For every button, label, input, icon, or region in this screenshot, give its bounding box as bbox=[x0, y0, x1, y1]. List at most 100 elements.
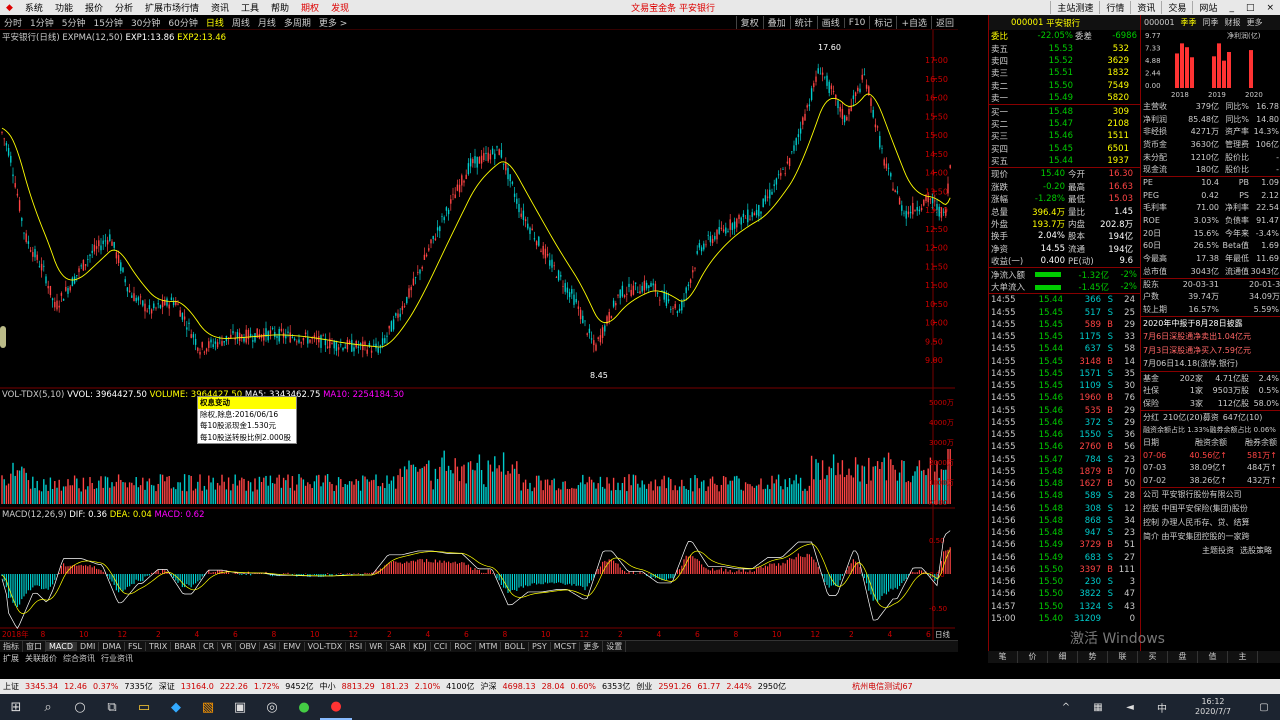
side-link[interactable]: 选股策略 bbox=[1237, 545, 1275, 556]
indicator-tab[interactable]: BRAR bbox=[171, 642, 201, 651]
indicator-tab[interactable]: 指标 bbox=[0, 641, 23, 652]
period-tab[interactable]: 多周期 bbox=[280, 16, 315, 29]
fin-tab[interactable]: 更多 bbox=[1244, 17, 1266, 28]
menu-item[interactable]: 期权 bbox=[295, 1, 325, 14]
sub-tab[interactable]: 扩展 bbox=[0, 653, 22, 664]
fin-tab[interactable]: 000001 bbox=[1141, 18, 1178, 27]
tdx-app-icon[interactable]: ● bbox=[320, 694, 352, 720]
quote-bottom-tab[interactable]: 细 bbox=[1048, 651, 1078, 663]
network-icon[interactable]: ▦ bbox=[1082, 694, 1114, 720]
indicator-tab[interactable]: 设置 bbox=[603, 641, 627, 652]
indicator-tab[interactable]: VR bbox=[218, 642, 237, 651]
app-icon[interactable]: ◎ bbox=[256, 694, 288, 720]
kline-chart-svg[interactable]: 17.0016.5016.0015.5015.0014.5014.0013.50… bbox=[0, 30, 958, 640]
fin-tab[interactable]: 同季 bbox=[1200, 17, 1222, 28]
period-tab[interactable]: 15分钟 bbox=[89, 16, 126, 29]
indicator-tab[interactable]: BOLL bbox=[501, 642, 529, 651]
window-control-icon[interactable]: _ bbox=[1223, 3, 1240, 13]
indicator-tab[interactable]: SAR bbox=[387, 642, 410, 651]
indicator-tab[interactable]: WR bbox=[366, 642, 387, 651]
menu-item[interactable]: 系统 bbox=[19, 1, 49, 14]
indicator-tab[interactable]: CR bbox=[200, 642, 219, 651]
quote-bottom-tab[interactable]: 价 bbox=[1018, 651, 1048, 663]
clock[interactable]: 16:12 2020/7/7 bbox=[1178, 697, 1248, 717]
sub-tab[interactable]: 行业资讯 bbox=[98, 653, 136, 664]
menu-item[interactable]: 功能 bbox=[49, 1, 79, 14]
period-tab[interactable]: 周线 bbox=[228, 16, 254, 29]
top-right-link[interactable]: 资讯 bbox=[1130, 1, 1161, 14]
indicator-tab[interactable]: FSL bbox=[125, 642, 146, 651]
menu-item[interactable]: 分析 bbox=[109, 1, 139, 14]
quote-bottom-tab[interactable]: 盘 bbox=[1168, 651, 1198, 663]
indicator-tab[interactable]: PSY bbox=[529, 642, 551, 651]
chart-tool-button[interactable]: 统计 bbox=[789, 16, 817, 29]
chart-tool-button[interactable]: +自选 bbox=[896, 16, 931, 29]
period-tab[interactable]: 更多 > bbox=[315, 16, 351, 29]
indicator-tab[interactable]: ASI bbox=[260, 642, 281, 651]
news-item[interactable]: 2020年中报于8月28日披露 bbox=[1141, 317, 1280, 331]
search-icon[interactable]: ⌕ bbox=[32, 694, 64, 720]
news-item[interactable]: 7月6日深股通净卖出1.04亿元 bbox=[1141, 330, 1280, 344]
indicator-tab[interactable]: TRIX bbox=[146, 642, 172, 651]
window-control-icon[interactable]: × bbox=[1260, 3, 1280, 13]
windows-start-icon[interactable]: ⊞ bbox=[0, 694, 32, 720]
news-item[interactable]: 7月06日14.18(涨停,银行) bbox=[1141, 357, 1280, 371]
chart-tool-button[interactable]: F10 bbox=[843, 17, 870, 28]
notification-icon[interactable]: ▢ bbox=[1248, 694, 1280, 720]
menu-item[interactable]: 资讯 bbox=[205, 1, 235, 14]
fin-tab[interactable]: 财报 bbox=[1222, 17, 1244, 28]
chart-area[interactable]: 17.00 16.50 16.00 15.50 15.00 14.50 14.00 13.50… bbox=[0, 30, 958, 640]
period-tab[interactable]: 30分钟 bbox=[127, 16, 164, 29]
indicator-tab[interactable]: KDJ bbox=[410, 642, 431, 651]
period-tab[interactable]: 1分钟 bbox=[26, 16, 58, 29]
chart-tool-button[interactable]: 返回 bbox=[930, 16, 958, 29]
indicator-tab[interactable]: VOL-TDX bbox=[305, 642, 347, 651]
indicator-tab[interactable]: EMV bbox=[280, 642, 305, 651]
period-tab[interactable]: 5分钟 bbox=[58, 16, 90, 29]
sub-tab[interactable]: 关联报价 bbox=[22, 653, 60, 664]
terminal-icon[interactable]: ▣ bbox=[224, 694, 256, 720]
chart-tool-button[interactable]: 叠加 bbox=[762, 16, 790, 29]
menu-item[interactable]: 发现 bbox=[325, 1, 355, 14]
indicator-tab[interactable]: RSI bbox=[346, 642, 367, 651]
indicator-tab[interactable]: DMA bbox=[99, 642, 125, 651]
quote-bottom-tab[interactable]: 值 bbox=[1198, 651, 1228, 663]
news-item[interactable]: 7月3日深股通净买入7.59亿元 bbox=[1141, 344, 1280, 358]
window-control-icon[interactable]: □ bbox=[1240, 3, 1261, 13]
cortana-icon[interactable]: ○ bbox=[64, 694, 96, 720]
task-view-icon[interactable]: ⧉ bbox=[96, 694, 128, 720]
menu-item[interactable]: 扩展市场行情 bbox=[139, 1, 205, 14]
top-right-link[interactable]: 交易 bbox=[1161, 1, 1192, 14]
quote-bottom-tab[interactable]: 笔 bbox=[988, 651, 1018, 663]
volume-icon[interactable]: ◄ bbox=[1114, 694, 1146, 720]
tray-up-icon[interactable]: ^ bbox=[1050, 694, 1082, 720]
sublime-icon[interactable]: ▧ bbox=[192, 694, 224, 720]
indicator-tab[interactable]: ROC bbox=[451, 642, 476, 651]
indicator-tab[interactable]: MACD bbox=[46, 642, 77, 651]
menu-item[interactable]: 帮助 bbox=[265, 1, 295, 14]
quote-bottom-tab[interactable]: 联 bbox=[1108, 651, 1138, 663]
vscode-icon[interactable]: ◆ bbox=[160, 694, 192, 720]
period-tab[interactable]: 月线 bbox=[254, 16, 280, 29]
left-scroll-handle[interactable] bbox=[0, 326, 6, 348]
menu-item[interactable]: 报价 bbox=[79, 1, 109, 14]
indicator-tab[interactable]: MCST bbox=[551, 642, 581, 651]
ime-label[interactable]: 中 bbox=[1146, 694, 1178, 720]
quote-bottom-tab[interactable]: 主 bbox=[1228, 651, 1258, 663]
indicator-tab[interactable]: DMI bbox=[77, 642, 100, 651]
indicator-tab[interactable]: MTM bbox=[476, 642, 502, 651]
chart-tool-button[interactable]: 标记 bbox=[869, 16, 896, 29]
indicator-tab[interactable]: 窗口 bbox=[23, 641, 46, 652]
chart-tool-button[interactable]: 复权 bbox=[735, 16, 763, 29]
sub-tab[interactable]: 综合资讯 bbox=[60, 653, 98, 664]
menu-item[interactable]: 工具 bbox=[235, 1, 265, 14]
file-explorer-icon[interactable]: ▭ bbox=[128, 694, 160, 720]
chrome-icon[interactable]: ● bbox=[288, 694, 320, 720]
indicator-tab[interactable]: OBV bbox=[236, 642, 261, 651]
top-right-link[interactable]: 行情 bbox=[1099, 1, 1130, 14]
period-tab[interactable]: 60分钟 bbox=[164, 16, 201, 29]
top-right-link[interactable]: 主站测速 bbox=[1050, 1, 1099, 14]
quote-bottom-tab[interactable]: 势 bbox=[1078, 651, 1108, 663]
top-right-link[interactable]: 网站 bbox=[1192, 1, 1223, 14]
quote-bottom-tab[interactable]: 买 bbox=[1138, 651, 1168, 663]
